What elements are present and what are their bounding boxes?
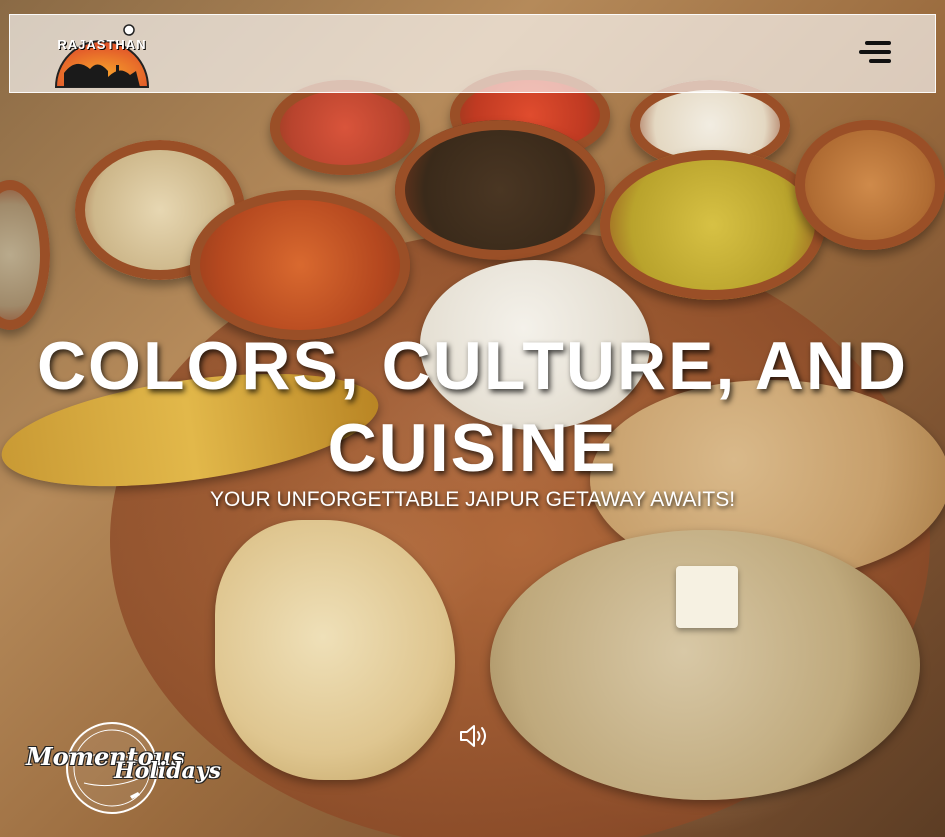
bowl-image — [600, 150, 825, 300]
menu-bar — [859, 50, 891, 54]
top-navbar: RAJASTHAN — [9, 14, 936, 93]
volume-icon[interactable] — [458, 722, 490, 750]
bowl-image — [795, 120, 945, 250]
brand-line-2: Holidays — [114, 758, 221, 784]
hero-section: RAJASTHAN COLORS, CULTURE, AND CUISINE Y… — [0, 0, 945, 837]
menu-bar — [869, 59, 891, 63]
hamburger-menu-icon[interactable] — [859, 41, 891, 65]
butter-cube-image — [676, 566, 738, 628]
hero-headline: COLORS, CULTURE, AND CUISINE — [36, 328, 909, 486]
momentous-holidays-logo[interactable]: Momentous Holidays — [22, 718, 221, 818]
logo-text: RAJASTHAN — [57, 37, 147, 52]
logo-graphic — [54, 24, 150, 88]
menu-bar — [865, 41, 891, 45]
bowl-image — [270, 80, 420, 175]
bowl-image — [190, 190, 410, 340]
hero-subheadline: YOUR UNFORGETTABLE JAIPUR GETAWAY AWAITS… — [209, 488, 736, 511]
bowl-image — [395, 120, 605, 260]
bowl-image — [0, 180, 50, 330]
rajasthan-logo[interactable]: RAJASTHAN — [50, 21, 154, 89]
speaker-icon — [460, 725, 486, 747]
